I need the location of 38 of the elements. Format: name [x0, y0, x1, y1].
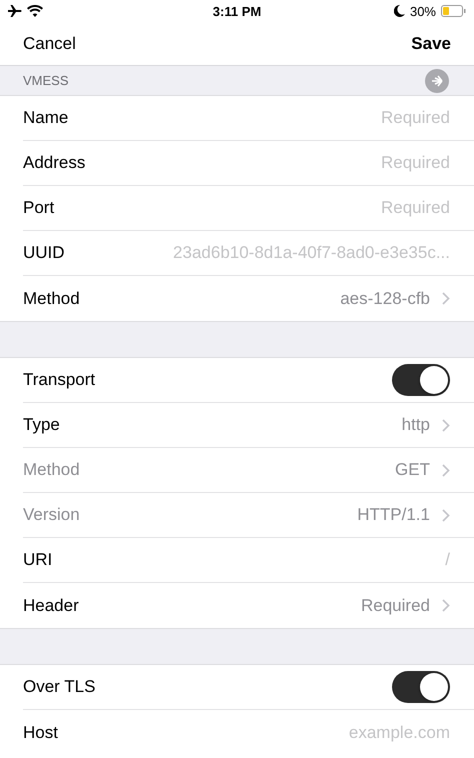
row-label: Method — [23, 288, 80, 308]
status-time: 3:11 PM — [212, 4, 262, 18]
toggle-switch[interactable] — [392, 671, 450, 703]
airplane-icon — [8, 5, 22, 17]
row-label: Port — [23, 198, 54, 218]
selected-value[interactable]: aes-128-cfb — [340, 288, 430, 308]
text-field[interactable]: example.com — [70, 722, 450, 742]
toggle-switch[interactable] — [392, 364, 450, 396]
chevron-icon — [442, 508, 450, 522]
row-label: Over TLS — [23, 677, 96, 697]
text-field[interactable]: Required — [97, 153, 450, 173]
row-label: Address — [23, 153, 86, 173]
section-header: VMESS — [23, 73, 69, 88]
row-label: Method — [23, 460, 80, 480]
row-label: Type — [23, 415, 60, 435]
chevron-icon — [442, 464, 450, 476]
wifi-icon — [27, 5, 43, 17]
text-field[interactable]: 23ad6b10-8d1a-40f7-8ad0-e3e35c... — [76, 243, 450, 263]
row-label: Host — [23, 722, 58, 742]
save-button[interactable]: Save — [411, 32, 451, 56]
selected-value[interactable]: Required — [361, 596, 430, 616]
chevron-icon — [442, 292, 450, 305]
row-label: URI — [23, 550, 52, 570]
selected-value[interactable]: http — [402, 415, 430, 435]
chevron-icon — [442, 418, 450, 432]
text-field[interactable]: / — [64, 550, 450, 570]
battery-icon — [441, 5, 466, 17]
text-field[interactable]: Required — [80, 108, 450, 128]
row-label: Transport — [23, 370, 96, 390]
battery-percent: 30% — [410, 4, 436, 18]
row-label: UUID — [23, 243, 65, 263]
chevron-icon — [442, 599, 450, 612]
cancel-button[interactable]: Cancel — [23, 32, 76, 56]
text-field[interactable]: Required — [66, 198, 450, 218]
row-label: Header — [23, 596, 79, 616]
moon-icon — [394, 5, 405, 17]
row-label: Name — [23, 108, 68, 128]
row-label: Version — [23, 505, 80, 525]
